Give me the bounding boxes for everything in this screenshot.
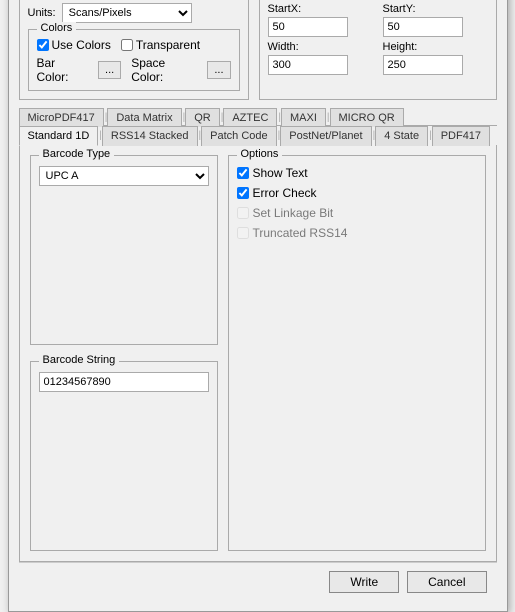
options-group: Options Show Text Error Check Set Linkag…	[228, 155, 486, 551]
transparent-label: Transparent	[136, 38, 200, 52]
colors-group: Colors Use Colors Transparent Bar Color:	[28, 29, 240, 91]
starty-input[interactable]: 50	[383, 17, 463, 37]
barcode-type-select[interactable]: UPC A	[39, 166, 209, 186]
space-color-label: Space Color:	[131, 56, 197, 84]
general-group: General Units: Scans/Pixels Colors Use C…	[19, 0, 249, 100]
set-linkage-checkbox	[237, 207, 249, 219]
write-button[interactable]: Write	[329, 571, 399, 593]
truncated-label: Truncated RSS14	[253, 226, 348, 240]
barcode-string-input[interactable]	[39, 372, 209, 392]
main-window: Barcode Write Options ✕ General Units: S…	[8, 0, 508, 612]
tab-qr[interactable]: QR	[185, 108, 220, 127]
width-field: Width: 300	[268, 41, 373, 75]
barcode-string-label: Barcode String	[39, 354, 120, 366]
width-input[interactable]: 300	[268, 55, 348, 75]
show-text-label: Show Text	[253, 166, 308, 180]
colors-row2: Bar Color: ... Space Color: ...	[37, 56, 231, 84]
tab-row-2: Standard 1D | RSS14 Stacked | Patch Code…	[19, 125, 497, 145]
tab-row-1: MicroPDF417 | Data Matrix | QR | AZTEC |…	[19, 108, 497, 126]
tab-datamatrix[interactable]: Data Matrix	[107, 108, 181, 127]
tab-rss14stacked[interactable]: RSS14 Stacked	[102, 126, 198, 146]
tab-aztec[interactable]: AZTEC	[223, 108, 277, 127]
starty-label: StartY:	[383, 3, 488, 15]
tab-4state[interactable]: 4 State	[375, 126, 428, 146]
tabs-section: MicroPDF417 | Data Matrix | QR | AZTEC |…	[19, 108, 497, 145]
truncated-row: Truncated RSS14	[237, 226, 477, 240]
error-check-label: Error Check	[253, 186, 317, 200]
use-colors-label: Use Colors	[52, 38, 111, 52]
left-column: Barcode Type UPC A Barcode String	[30, 155, 218, 551]
footer: Write Cancel	[19, 562, 497, 601]
error-check-row: Error Check	[237, 186, 477, 200]
show-text-row: Show Text	[237, 166, 477, 180]
startx-label: StartX:	[268, 3, 373, 15]
height-field: Height: 250	[383, 41, 488, 75]
tab-microqr[interactable]: MICRO QR	[330, 108, 404, 127]
transparent-checkbox[interactable]	[121, 39, 133, 51]
transparent-wrapper: Transparent	[121, 38, 200, 52]
location-group: Location StartX: 50 StartY: 50 Width: 30…	[259, 0, 497, 100]
colors-row1: Use Colors Transparent	[37, 38, 231, 52]
barcode-type-label: Barcode Type	[39, 148, 115, 160]
tab-pdf417[interactable]: PDF417	[432, 126, 490, 146]
set-linkage-label: Set Linkage Bit	[253, 206, 334, 220]
cancel-button[interactable]: Cancel	[407, 571, 486, 593]
tab-standard1d[interactable]: Standard 1D	[19, 126, 99, 146]
tab-maxi[interactable]: MAXI	[281, 108, 326, 127]
height-label: Height:	[383, 41, 488, 53]
bar-color-button[interactable]: ...	[98, 61, 121, 79]
units-label: Units:	[28, 7, 56, 19]
tab-patchcode[interactable]: Patch Code	[201, 126, 276, 146]
width-label: Width:	[268, 41, 373, 53]
startx-field: StartX: 50	[268, 3, 373, 37]
set-linkage-row: Set Linkage Bit	[237, 206, 477, 220]
location-grid: StartX: 50 StartY: 50 Width: 300 Height:…	[268, 3, 488, 75]
bar-color-label: Bar Color:	[37, 56, 89, 84]
options-label: Options	[237, 148, 283, 160]
starty-field: StartY: 50	[383, 3, 488, 37]
error-check-checkbox[interactable]	[237, 187, 249, 199]
show-text-checkbox[interactable]	[237, 167, 249, 179]
units-select[interactable]: Scans/Pixels	[62, 3, 192, 23]
barcode-type-group: Barcode Type UPC A	[30, 155, 218, 345]
use-colors-wrapper: Use Colors	[37, 38, 111, 52]
content-inner: Barcode Type UPC A Barcode String Option…	[30, 155, 486, 551]
units-row: Units: Scans/Pixels	[28, 3, 240, 23]
use-colors-checkbox[interactable]	[37, 39, 49, 51]
tab-content-area: Barcode Type UPC A Barcode String Option…	[19, 145, 497, 562]
tab-postnet[interactable]: PostNet/Planet	[280, 126, 371, 146]
barcode-string-group: Barcode String	[30, 361, 218, 551]
startx-input[interactable]: 50	[268, 17, 348, 37]
truncated-checkbox	[237, 227, 249, 239]
window-body: General Units: Scans/Pixels Colors Use C…	[9, 0, 507, 611]
top-section: General Units: Scans/Pixels Colors Use C…	[19, 0, 497, 100]
colors-label: Colors	[37, 22, 77, 34]
tab-micropdf417[interactable]: MicroPDF417	[19, 108, 104, 127]
height-input[interactable]: 250	[383, 55, 463, 75]
space-color-button[interactable]: ...	[207, 61, 230, 79]
